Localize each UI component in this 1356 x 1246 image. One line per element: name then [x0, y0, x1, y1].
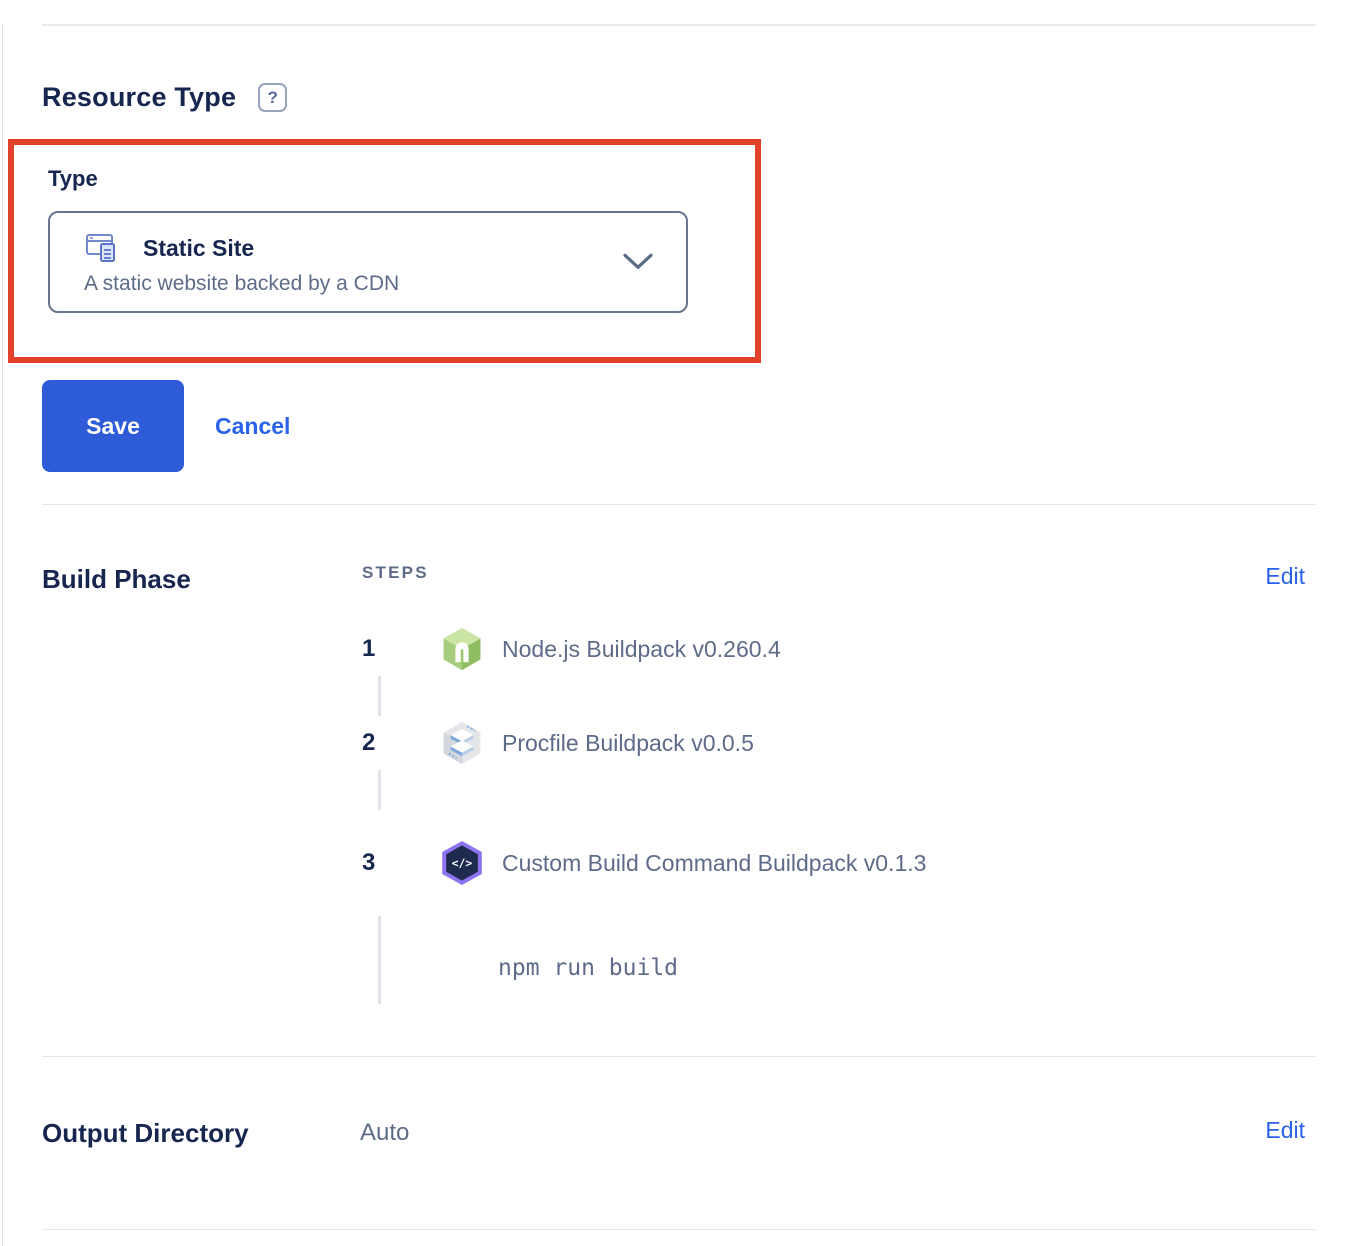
annotation-highlight-box: Type Static Site	[8, 139, 761, 363]
bottom-divider	[42, 1229, 1316, 1230]
step-number: 2	[362, 729, 388, 757]
step-number: 3	[362, 849, 388, 877]
step-row-2: 2	[362, 721, 1316, 765]
step-connector-line	[378, 916, 381, 1004]
svg-text:</>: </>	[452, 856, 473, 870]
resource-type-title: Resource Type	[42, 82, 236, 113]
step-label: Custom Build Command Buildpack v0.1.3	[502, 847, 926, 880]
output-directory-edit-button[interactable]: Edit	[1265, 1117, 1305, 1144]
chevron-down-icon	[622, 252, 654, 270]
selected-option-description: A static website backed by a CDN	[84, 272, 616, 296]
type-field-label: Type	[48, 166, 755, 192]
cancel-button[interactable]: Cancel	[215, 413, 290, 440]
step-connector-line	[378, 770, 381, 810]
step-row-3: 3 </> Custom Build Command Buildpack v0.…	[362, 815, 1316, 911]
step-row-1: 1 Node.js Buildpack v0.260.4	[362, 627, 1316, 671]
procfile-buildpack-icon	[440, 721, 484, 765]
build-phase-title: Build Phase	[42, 561, 362, 1004]
step-number: 1	[362, 635, 388, 663]
output-directory-value: Auto	[360, 1115, 409, 1149]
page-left-border	[2, 24, 3, 1246]
step-3-detail: npm run build	[362, 916, 1316, 1004]
save-button[interactable]: Save	[42, 380, 184, 472]
step-label: Node.js Buildpack v0.260.4	[502, 633, 781, 666]
build-phase-edit-button[interactable]: Edit	[1265, 563, 1305, 590]
output-directory-section: Output Directory Auto Edit	[42, 1057, 1316, 1229]
step-connector-line	[378, 676, 381, 716]
selected-option-title: Static Site	[143, 235, 254, 262]
build-command-text: npm run build	[498, 939, 678, 981]
steps-list: 1 Node.js Buildpack v0.260.4 2	[362, 627, 1316, 1004]
help-icon[interactable]: ?	[258, 83, 287, 112]
output-directory-title: Output Directory	[42, 1115, 362, 1149]
steps-column-header: STEPS	[362, 563, 1316, 583]
nodejs-buildpack-icon	[440, 627, 484, 671]
static-site-icon	[84, 230, 120, 266]
resource-type-section: Resource Type ? Type	[42, 26, 1316, 504]
resource-type-select[interactable]: Static Site A static website backed by a…	[48, 211, 688, 313]
build-phase-section: Build Phase STEPS 1 Node.js Buildpack v0…	[42, 505, 1316, 1056]
step-label: Procfile Buildpack v0.0.5	[502, 727, 754, 760]
custom-build-command-buildpack-icon: </>	[440, 841, 484, 885]
settings-page: Resource Type ? Type	[42, 24, 1316, 1230]
